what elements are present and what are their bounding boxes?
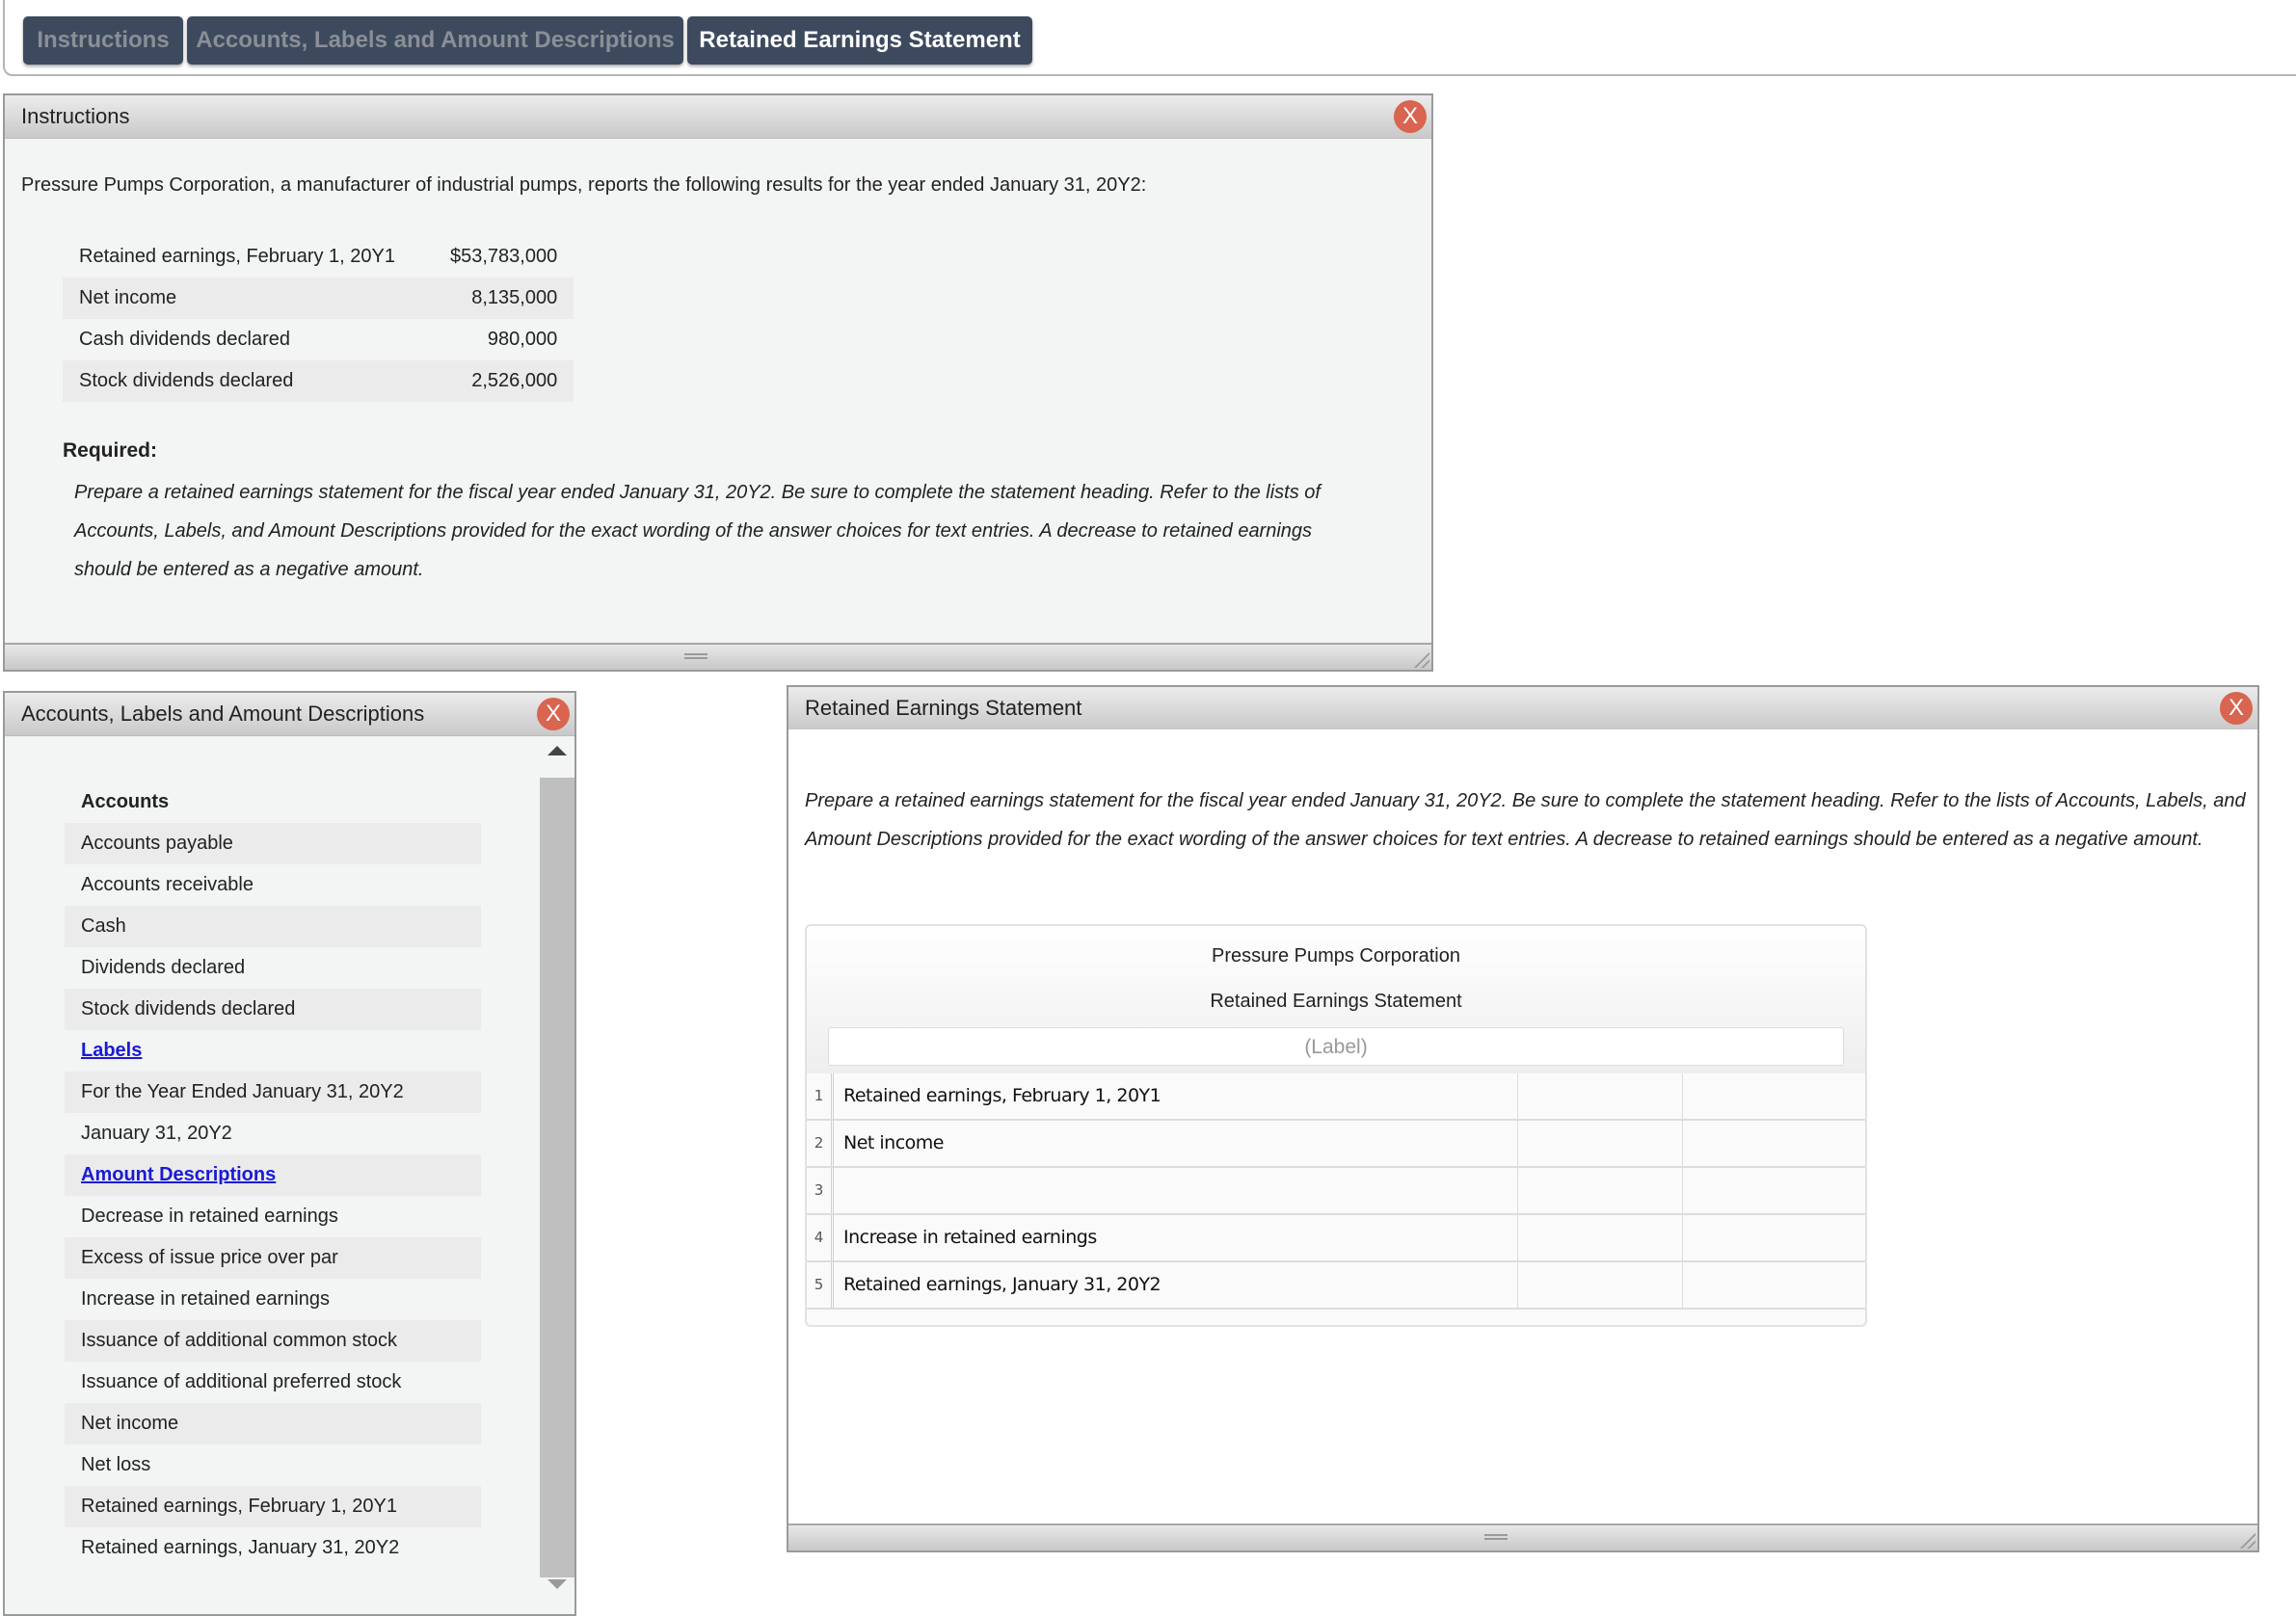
resize-handle-icon[interactable] xyxy=(1412,650,1429,668)
panel-footer xyxy=(788,1523,2257,1550)
statement-row: 1 Retained earnings, February 1, 20Y1 xyxy=(807,1073,1865,1121)
list-item: January 31, 20Y2 xyxy=(81,1123,232,1144)
panel-title: Instructions xyxy=(21,104,130,128)
list-item: Decrease in retained earnings xyxy=(81,1205,338,1227)
list-item: Cash xyxy=(65,906,481,947)
list-item: Issuance of additional preferred stock xyxy=(81,1371,402,1392)
amount-descriptions-link[interactable]: Amount Descriptions xyxy=(65,1154,481,1196)
statement-body: Prepare a retained earnings statement fo… xyxy=(788,729,2257,1525)
row-amount-input-1[interactable] xyxy=(1518,1121,1683,1166)
row-amount-input-2[interactable] xyxy=(1683,1121,1865,1166)
row-label: Net income xyxy=(63,278,412,319)
list-item: Increase in retained earnings xyxy=(81,1288,330,1310)
panel-footer xyxy=(5,643,1431,670)
row-value: 8,135,000 xyxy=(411,278,574,319)
statement-panel: Retained Earnings Statement X Prepare a … xyxy=(787,685,2259,1552)
table-row: Retained earnings, February 1, 20Y1 $53,… xyxy=(63,236,574,278)
company-name: Pressure Pumps Corporation xyxy=(1212,945,1460,967)
list-item: Accounts receivable xyxy=(81,874,254,895)
heading-label-select[interactable]: (Label) xyxy=(828,1027,1844,1066)
row-label-input[interactable]: Increase in retained earnings xyxy=(836,1215,1518,1260)
table-row: Stock dividends declared 2,526,000 xyxy=(63,360,574,402)
tab-accounts-labels[interactable]: Accounts, Labels and Amount Descriptions xyxy=(187,16,683,65)
row-number: 1 xyxy=(807,1073,834,1119)
row-label: Stock dividends declared xyxy=(63,360,412,402)
labels-link[interactable]: Labels xyxy=(65,1030,481,1072)
list-item: Stock dividends declared xyxy=(65,989,481,1030)
required-text: Prepare a retained earnings statement fo… xyxy=(74,482,1321,580)
statement-row: 4 Increase in retained earnings xyxy=(807,1215,1865,1262)
row-amount-input-2[interactable] xyxy=(1683,1262,1865,1308)
drag-grip-icon[interactable] xyxy=(684,653,707,659)
statement-title: Retained Earnings Statement xyxy=(1210,991,1462,1012)
statement-panel-header[interactable]: Retained Earnings Statement X xyxy=(788,687,2257,730)
tab-retained-earnings-statement[interactable]: Retained Earnings Statement xyxy=(687,16,1032,65)
row-value: 2,526,000 xyxy=(411,360,574,402)
statement-heading: Pressure Pumps Corporation Retained Earn… xyxy=(807,926,1865,1073)
list-heading-accounts: Accounts xyxy=(81,791,170,812)
row-number: 5 xyxy=(807,1262,834,1308)
statement-row: 2 Net income xyxy=(807,1121,1865,1168)
list-item: Accounts payable xyxy=(65,823,481,864)
statement-row: 3 xyxy=(807,1168,1865,1215)
row-amount-input-1[interactable] xyxy=(1518,1215,1683,1260)
row-amount-input-1[interactable] xyxy=(1518,1262,1683,1308)
row-amount-input-2[interactable] xyxy=(1683,1073,1865,1119)
list-item: Excess of issue price over par xyxy=(65,1237,481,1279)
list-item: Dividends declared xyxy=(81,957,246,978)
row-number: 2 xyxy=(807,1121,834,1166)
close-icon[interactable]: X xyxy=(537,698,570,730)
accounts-panel-header[interactable]: Accounts, Labels and Amount Descriptions… xyxy=(5,693,574,736)
intro-text: Pressure Pumps Corporation, a manufactur… xyxy=(21,174,1147,196)
row-number: 4 xyxy=(807,1215,834,1260)
list-item: Net income xyxy=(65,1403,481,1444)
row-label: Cash dividends declared xyxy=(79,329,291,350)
drag-grip-icon[interactable] xyxy=(1484,1534,1508,1540)
row-amount-input-1[interactable] xyxy=(1518,1168,1683,1213)
close-icon[interactable]: X xyxy=(1394,100,1427,133)
row-label-input[interactable]: Net income xyxy=(836,1121,1518,1166)
list-item: Issuance of additional common stock xyxy=(65,1320,481,1362)
scroll-down-icon[interactable] xyxy=(547,1579,567,1589)
row-number: 3 xyxy=(807,1168,834,1213)
row-amount-input-2[interactable] xyxy=(1683,1215,1865,1260)
row-label-input[interactable]: Retained earnings, January 31, 20Y2 xyxy=(836,1262,1518,1308)
statement-row: 5 Retained earnings, January 31, 20Y2 xyxy=(807,1262,1865,1310)
list-item: Retained earnings, January 31, 20Y2 xyxy=(81,1537,400,1558)
table-row: Net income 8,135,000 xyxy=(63,278,574,319)
row-label-input[interactable] xyxy=(836,1168,1518,1213)
row-amount-input-2[interactable] xyxy=(1683,1168,1865,1213)
instructions-panel: Instructions X Pressure Pumps Corporatio… xyxy=(3,93,1433,672)
instructions-panel-header[interactable]: Instructions X xyxy=(5,95,1431,139)
row-value: $53,783,000 xyxy=(449,246,558,267)
scrollbar-thumb[interactable] xyxy=(540,778,574,1577)
tab-bar: Instructions Accounts, Labels and Amount… xyxy=(3,0,2296,76)
scroll-up-icon[interactable] xyxy=(547,746,567,755)
row-label: Retained earnings, February 1, 20Y1 xyxy=(79,246,395,267)
given-data-table: Retained earnings, February 1, 20Y1 $53,… xyxy=(63,236,574,402)
resize-handle-icon[interactable] xyxy=(2238,1531,2256,1549)
list-item: Net loss xyxy=(81,1454,151,1475)
row-amount-input-1[interactable] xyxy=(1518,1073,1683,1119)
list-item: For the Year Ended January 31, 20Y2 xyxy=(65,1072,481,1113)
tab-instructions[interactable]: Instructions xyxy=(23,16,183,65)
panel-title: Accounts, Labels and Amount Descriptions xyxy=(21,702,425,726)
required-heading: Required: xyxy=(63,439,158,462)
table-row: Cash dividends declared 980,000 xyxy=(63,319,574,360)
accounts-panel: Accounts, Labels and Amount Descriptions… xyxy=(3,691,576,1616)
statement-instructions: Prepare a retained earnings statement fo… xyxy=(805,790,2246,850)
accounts-list: Accounts Accounts payable Accounts recei… xyxy=(5,735,574,1614)
panel-title: Retained Earnings Statement xyxy=(805,696,1082,720)
row-value: 980,000 xyxy=(487,329,558,350)
statement-form: Pressure Pumps Corporation Retained Earn… xyxy=(805,924,1867,1327)
close-icon[interactable]: X xyxy=(2220,692,2253,725)
row-label-input[interactable]: Retained earnings, February 1, 20Y1 xyxy=(836,1073,1518,1119)
list-item: Retained earnings, February 1, 20Y1 xyxy=(65,1486,481,1527)
